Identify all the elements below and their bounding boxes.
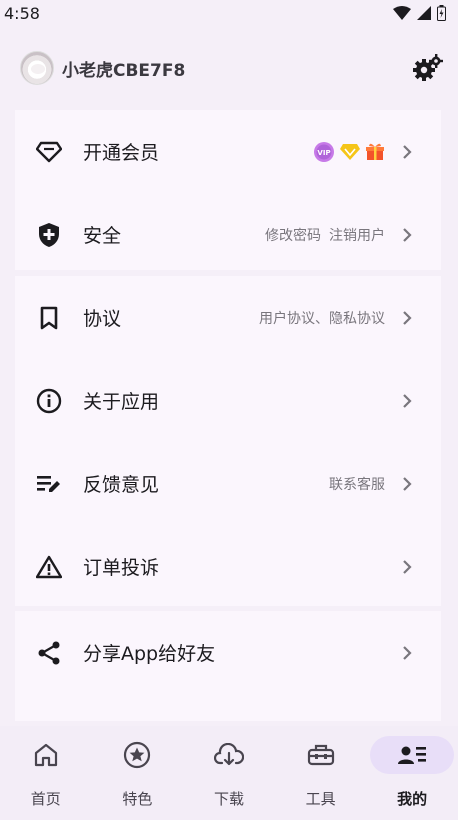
nav-download[interactable]: 下载 [184, 736, 274, 809]
diamond-icon [35, 138, 63, 166]
complaint-row[interactable]: 订单投诉 [15, 525, 441, 608]
share-card: 分享App给好友 [15, 611, 441, 721]
toolbox-icon [307, 744, 334, 766]
delete-account-link[interactable]: 注销用户 [329, 225, 385, 245]
feedback-label: 反馈意见 [83, 474, 160, 496]
nav-featured[interactable]: 特色 [92, 736, 182, 809]
chevron-right-icon [399, 227, 415, 243]
username[interactable]: 小老虎CBE7F8 [62, 56, 185, 81]
bookmark-icon [35, 304, 63, 332]
shield-plus-icon [35, 221, 63, 249]
security-label: 安全 [83, 225, 122, 247]
security-row[interactable]: 安全 修改密码 注销用户 [15, 193, 441, 276]
cloud-download-icon [213, 743, 244, 766]
nav-download-label: 下载 [213, 790, 244, 808]
about-label: 关于应用 [83, 391, 160, 413]
gears-icon [413, 54, 443, 81]
vip-label: 开通会员 [83, 142, 160, 164]
info-icon [35, 387, 63, 415]
nav-download-pill[interactable] [187, 736, 271, 774]
complaint-label: 订单投诉 [83, 557, 160, 579]
feedback-row[interactable]: 反馈意见 联系客服 [15, 442, 441, 525]
nav-tools[interactable]: 工具 [276, 736, 366, 809]
signal-icon [417, 6, 431, 20]
nav-tools-label: 工具 [305, 790, 336, 808]
chevron-right-icon [399, 559, 415, 575]
profile-header: 小老虎CBE7F8 [0, 48, 458, 88]
vip-badge-icon: VIP [314, 141, 334, 162]
status-bar: 4:58 [0, 0, 458, 26]
chevron-right-icon [399, 310, 415, 326]
agreement-row[interactable]: 协议 用户协议、隐私协议 [15, 276, 441, 359]
agreement-label: 协议 [83, 308, 122, 330]
status-icons [393, 5, 446, 21]
status-time: 4:58 [4, 3, 40, 23]
wifi-icon [393, 6, 411, 20]
gold-diamond-icon [340, 143, 360, 160]
info-card: 协议 用户协议、隐私协议 关于应用 反馈意见 联系客服 订单投诉 [15, 276, 441, 606]
gift-icon [366, 143, 384, 160]
settings-button[interactable] [412, 52, 444, 84]
account-card: 开通会员 VIP 安全 修改密码 注销用户 [15, 110, 441, 270]
warning-icon [35, 553, 63, 581]
nav-featured-label: 特色 [122, 790, 153, 808]
home-icon [34, 743, 57, 767]
battery-icon [437, 5, 446, 21]
nav-home[interactable]: 首页 [1, 736, 91, 809]
nav-home-label: 首页 [30, 790, 61, 808]
chevron-right-icon [399, 645, 415, 661]
svg-text:VIP: VIP [317, 149, 330, 157]
nav-tools-pill[interactable] [279, 736, 363, 774]
edit-note-icon [35, 470, 63, 498]
vip-badges: VIP [313, 141, 385, 163]
share-icon [35, 639, 63, 667]
chevron-right-icon [399, 144, 415, 160]
chevron-right-icon [399, 476, 415, 492]
agreement-sub: 用户协议、隐私协议 [259, 310, 385, 327]
star-circle-icon [124, 741, 151, 769]
about-row[interactable]: 关于应用 [15, 359, 441, 442]
person-list-icon [398, 746, 427, 764]
share-label: 分享App给好友 [83, 643, 216, 665]
nav-mine-pill[interactable] [370, 736, 455, 774]
vip-row[interactable]: 开通会员 VIP [15, 110, 441, 193]
nav-mine[interactable]: 我的 [367, 736, 457, 809]
bottom-nav: 首页 特色 下载 工具 我的 [0, 726, 458, 820]
nav-home-pill[interactable] [4, 736, 88, 774]
share-row[interactable]: 分享App给好友 [15, 611, 441, 694]
nav-featured-pill[interactable] [95, 736, 179, 774]
chevron-right-icon [399, 393, 415, 409]
change-password-link[interactable]: 修改密码 [265, 225, 321, 245]
contact-support-link[interactable]: 联系客服 [329, 474, 385, 494]
nav-mine-label: 我的 [397, 790, 428, 808]
avatar[interactable] [20, 51, 54, 85]
